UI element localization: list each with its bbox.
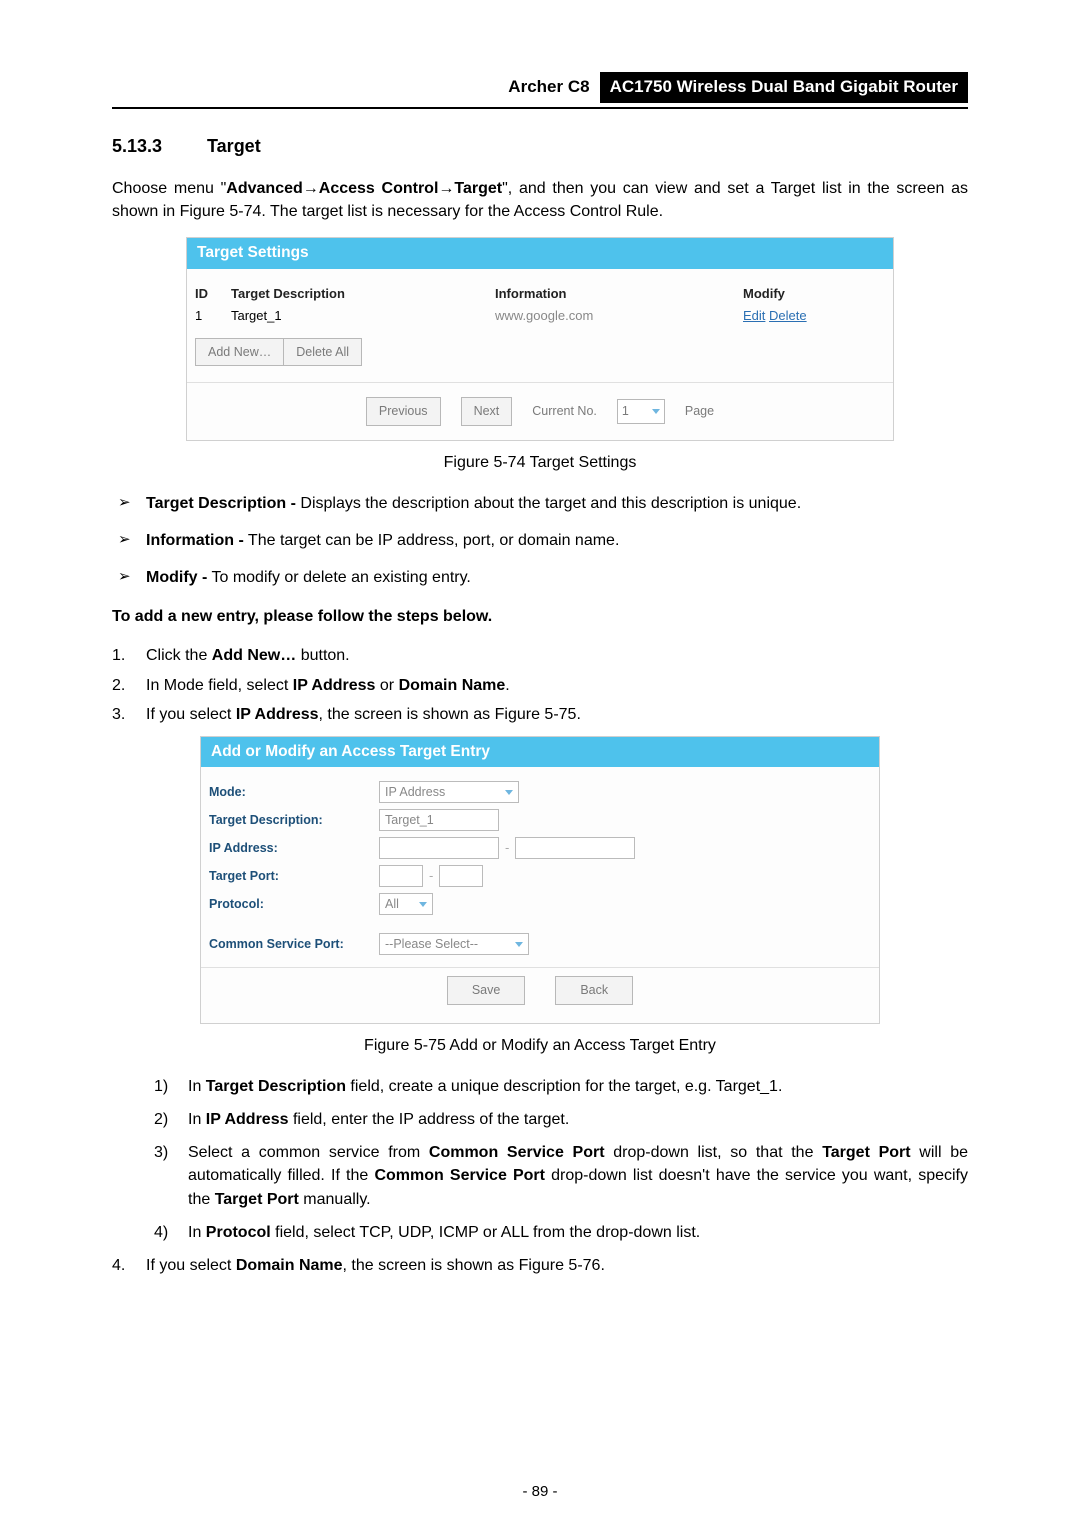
previous-button[interactable]: Previous [366,397,441,425]
col-modify-header: Modify [743,285,883,304]
panel-title: Target Settings [187,238,893,268]
col-id-header: ID [195,285,231,304]
page-label: Page [685,402,714,420]
edit-link[interactable]: Edit [743,308,765,323]
intro-paragraph: Choose menu "Advanced→Access Control→Tar… [112,177,968,223]
row-info: www.google.com [495,307,743,326]
figure-5-75-caption: Figure 5-75 Add or Modify an Access Targ… [112,1034,968,1057]
sub-steps: In Target Description field, create a un… [154,1075,968,1244]
delete-link[interactable]: Delete [769,308,807,323]
section-heading: 5.13.3 Target [112,133,968,159]
row-id: 1 [195,307,231,326]
table-row: 1 Target_1 www.google.com Edit Delete [195,305,885,328]
port-label: Target Port: [209,867,379,885]
section-number: 5.13.3 [112,133,202,159]
target-desc-input[interactable]: Target_1 [379,809,499,831]
current-no-label: Current No. [532,402,597,420]
col-info-header: Information [495,285,743,304]
row-desc: Target_1 [231,307,495,326]
section-title: Target [207,136,261,156]
chevron-down-icon [419,902,427,907]
range-dash: - [505,839,509,858]
ip-from-input[interactable] [379,837,499,859]
chevron-down-icon [505,790,513,795]
form-title: Add or Modify an Access Target Entry [201,737,879,767]
numbered-steps-cont: If you select Domain Name, the screen is… [112,1254,968,1277]
device-title: AC1750 Wireless Dual Band Gigabit Router [600,72,968,103]
ip-to-input[interactable] [515,837,635,859]
port-to-input[interactable] [439,865,483,887]
page-header: Archer C8 AC1750 Wireless Dual Band Giga… [112,72,968,109]
next-button[interactable]: Next [461,397,513,425]
figure-5-74-caption: Figure 5-74 Target Settings [112,451,968,474]
csp-label: Common Service Port: [209,935,379,953]
numbered-steps: Click the Add New… button. In Mode field… [112,644,968,726]
protocol-label: Protocol: [209,895,379,913]
protocol-select[interactable]: All [379,893,433,915]
delete-all-button[interactable]: Delete All [284,338,362,366]
page-number: - 89 - [0,1481,1080,1503]
csp-select[interactable]: --Please Select-- [379,933,529,955]
chevron-down-icon [515,942,523,947]
save-button[interactable]: Save [447,976,526,1004]
page-select[interactable]: 1 [617,399,665,423]
device-model: Archer C8 [508,72,599,103]
col-desc-header: Target Description [231,285,495,304]
port-from-input[interactable] [379,865,423,887]
pager: Previous Next Current No. 1 Page [195,393,885,431]
add-entry-heading: To add a new entry, please follow the st… [112,605,968,628]
mode-label: Mode: [209,783,379,801]
table-header-row: ID Target Description Information Modify [195,283,885,306]
target-settings-panel: Target Settings ID Target Description In… [186,237,894,440]
back-button[interactable]: Back [555,976,633,1004]
add-new-button[interactable]: Add New… [195,338,284,366]
add-modify-panel: Add or Modify an Access Target Entry Mod… [200,736,880,1024]
ip-label: IP Address: [209,839,379,857]
target-desc-label: Target Description: [209,811,379,829]
chevron-down-icon [652,409,660,414]
mode-select[interactable]: IP Address [379,781,519,803]
range-dash: - [429,867,433,886]
feature-bullets: Target Description - Displays the descri… [112,492,968,590]
